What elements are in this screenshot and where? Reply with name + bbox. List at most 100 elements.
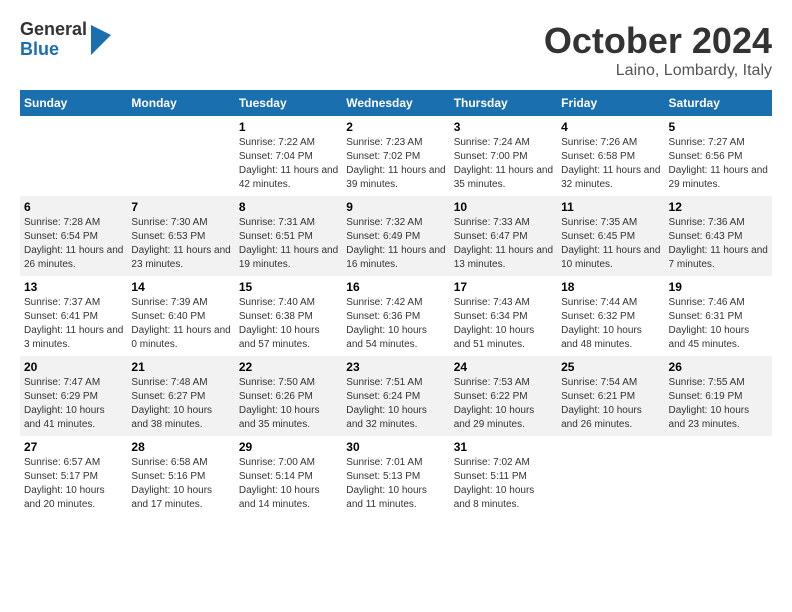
day-info: Sunrise: 7:43 AMSunset: 6:34 PMDaylight:… xyxy=(454,296,553,352)
calendar-cell xyxy=(20,116,127,196)
calendar-title: October 2024 xyxy=(544,20,772,62)
week-row-5: 27 Sunrise: 6:57 AMSunset: 5:17 PMDayligh… xyxy=(20,436,772,516)
calendar-cell: 23 Sunrise: 7:51 AMSunset: 6:24 PMDayligh… xyxy=(342,356,449,436)
day-number: 26 xyxy=(669,360,768,374)
day-number: 29 xyxy=(239,440,338,454)
calendar-cell: 10 Sunrise: 7:33 AMSunset: 6:47 PMDayligh… xyxy=(450,196,557,276)
days-header-row: SundayMondayTuesdayWednesdayThursdayFrid… xyxy=(20,90,772,116)
day-header-tuesday: Tuesday xyxy=(235,90,342,116)
day-info: Sunrise: 7:40 AMSunset: 6:38 PMDaylight:… xyxy=(239,296,338,352)
calendar-cell: 29 Sunrise: 7:00 AMSunset: 5:14 PMDayligh… xyxy=(235,436,342,516)
day-number: 1 xyxy=(239,120,338,134)
calendar-cell: 20 Sunrise: 7:47 AMSunset: 6:29 PMDayligh… xyxy=(20,356,127,436)
day-info: Sunrise: 7:50 AMSunset: 6:26 PMDaylight:… xyxy=(239,376,338,432)
day-info: Sunrise: 7:44 AMSunset: 6:32 PMDaylight:… xyxy=(561,296,660,352)
day-number: 8 xyxy=(239,200,338,214)
calendar-cell: 21 Sunrise: 7:48 AMSunset: 6:27 PMDayligh… xyxy=(127,356,234,436)
logo-blue: Blue xyxy=(20,40,87,60)
calendar-cell: 4Sunrise: 7:26 AMSunset: 6:58 PMDaylight… xyxy=(557,116,664,196)
logo-general: General xyxy=(20,20,87,40)
day-info: Sunrise: 7:01 AMSunset: 5:13 PMDaylight:… xyxy=(346,456,445,512)
calendar-cell xyxy=(127,116,234,196)
day-info: Sunrise: 7:02 AMSunset: 5:11 PMDaylight:… xyxy=(454,456,553,512)
day-header-sunday: Sunday xyxy=(20,90,127,116)
day-number: 3 xyxy=(454,120,553,134)
calendar-cell: 30 Sunrise: 7:01 AMSunset: 5:13 PMDayligh… xyxy=(342,436,449,516)
day-number: 12 xyxy=(669,200,768,214)
day-number: 11 xyxy=(561,200,660,214)
calendar-cell: 27 Sunrise: 6:57 AMSunset: 5:17 PMDayligh… xyxy=(20,436,127,516)
day-number: 15 xyxy=(239,280,338,294)
day-number: 17 xyxy=(454,280,553,294)
day-number: 20 xyxy=(24,360,123,374)
calendar-cell: 5 Sunrise: 7:27 AMSunset: 6:56 PMDaylight… xyxy=(665,116,772,196)
day-info: Sunrise: 7:54 AMSunset: 6:21 PMDaylight:… xyxy=(561,376,660,432)
day-info: Sunrise: 7:46 AMSunset: 6:31 PMDaylight:… xyxy=(669,296,768,352)
calendar-subtitle: Laino, Lombardy, Italy xyxy=(544,62,772,80)
day-header-thursday: Thursday xyxy=(450,90,557,116)
calendar-cell: 18Sunrise: 7:44 AMSunset: 6:32 PMDayligh… xyxy=(557,276,664,356)
calendar-cell: 14 Sunrise: 7:39 AMSunset: 6:40 PMDayligh… xyxy=(127,276,234,356)
page-header: General Blue October 2024 Laino, Lombard… xyxy=(20,20,772,80)
calendar-cell: 11 Sunrise: 7:35 AMSunset: 6:45 PMDayligh… xyxy=(557,196,664,276)
day-info: Sunrise: 7:24 AMSunset: 7:00 PMDaylight:… xyxy=(454,136,553,192)
day-info: Sunrise: 7:33 AMSunset: 6:47 PMDaylight:… xyxy=(454,216,553,272)
day-info: Sunrise: 7:27 AMSunset: 6:56 PMDaylight:… xyxy=(669,136,768,192)
day-info: Sunrise: 7:55 AMSunset: 6:19 PMDaylight:… xyxy=(669,376,768,432)
calendar-cell: 25 Sunrise: 7:54 AMSunset: 6:21 PMDayligh… xyxy=(557,356,664,436)
calendar-cell: 22 Sunrise: 7:50 AMSunset: 6:26 PMDayligh… xyxy=(235,356,342,436)
calendar-cell: 19 Sunrise: 7:46 AMSunset: 6:31 PMDayligh… xyxy=(665,276,772,356)
day-number: 2 xyxy=(346,120,445,134)
day-number: 21 xyxy=(131,360,230,374)
day-info: Sunrise: 7:30 AMSunset: 6:53 PMDaylight:… xyxy=(131,216,230,272)
calendar-cell: 13Sunrise: 7:37 AMSunset: 6:41 PMDayligh… xyxy=(20,276,127,356)
day-number: 25 xyxy=(561,360,660,374)
day-number: 13 xyxy=(24,280,123,294)
calendar-cell: 7 Sunrise: 7:30 AMSunset: 6:53 PMDaylight… xyxy=(127,196,234,276)
calendar-cell: 9Sunrise: 7:32 AMSunset: 6:49 PMDaylight… xyxy=(342,196,449,276)
day-info: Sunrise: 7:42 AMSunset: 6:36 PMDaylight:… xyxy=(346,296,445,352)
calendar-cell: 3 Sunrise: 7:24 AMSunset: 7:00 PMDaylight… xyxy=(450,116,557,196)
day-info: Sunrise: 7:32 AMSunset: 6:49 PMDaylight:… xyxy=(346,216,445,272)
calendar-cell: 31 Sunrise: 7:02 AMSunset: 5:11 PMDayligh… xyxy=(450,436,557,516)
day-header-saturday: Saturday xyxy=(665,90,772,116)
day-info: Sunrise: 7:51 AMSunset: 6:24 PMDaylight:… xyxy=(346,376,445,432)
week-row-4: 20 Sunrise: 7:47 AMSunset: 6:29 PMDayligh… xyxy=(20,356,772,436)
day-number: 14 xyxy=(131,280,230,294)
day-number: 30 xyxy=(346,440,445,454)
day-info: Sunrise: 7:35 AMSunset: 6:45 PMDaylight:… xyxy=(561,216,660,272)
calendar-cell xyxy=(665,436,772,516)
day-info: Sunrise: 7:31 AMSunset: 6:51 PMDaylight:… xyxy=(239,216,338,272)
day-number: 5 xyxy=(669,120,768,134)
calendar-cell: 1 Sunrise: 7:22 AMSunset: 7:04 PMDaylight… xyxy=(235,116,342,196)
day-number: 28 xyxy=(131,440,230,454)
day-info: Sunrise: 7:47 AMSunset: 6:29 PMDaylight:… xyxy=(24,376,123,432)
day-info: Sunrise: 6:57 AMSunset: 5:17 PMDaylight:… xyxy=(24,456,123,512)
week-row-1: 1 Sunrise: 7:22 AMSunset: 7:04 PMDaylight… xyxy=(20,116,772,196)
day-info: Sunrise: 7:22 AMSunset: 7:04 PMDaylight:… xyxy=(239,136,338,192)
week-row-2: 6Sunrise: 7:28 AMSunset: 6:54 PMDaylight… xyxy=(20,196,772,276)
day-info: Sunrise: 7:00 AMSunset: 5:14 PMDaylight:… xyxy=(239,456,338,512)
day-number: 7 xyxy=(131,200,230,214)
day-number: 24 xyxy=(454,360,553,374)
day-number: 10 xyxy=(454,200,553,214)
day-info: Sunrise: 7:28 AMSunset: 6:54 PMDaylight:… xyxy=(24,216,123,272)
day-header-friday: Friday xyxy=(557,90,664,116)
calendar-cell: 6Sunrise: 7:28 AMSunset: 6:54 PMDaylight… xyxy=(20,196,127,276)
day-number: 23 xyxy=(346,360,445,374)
calendar-cell: 24Sunrise: 7:53 AMSunset: 6:22 PMDayligh… xyxy=(450,356,557,436)
calendar-cell: 26 Sunrise: 7:55 AMSunset: 6:19 PMDayligh… xyxy=(665,356,772,436)
title-section: October 2024 Laino, Lombardy, Italy xyxy=(544,20,772,80)
day-info: Sunrise: 7:39 AMSunset: 6:40 PMDaylight:… xyxy=(131,296,230,352)
calendar-cell: 15 Sunrise: 7:40 AMSunset: 6:38 PMDayligh… xyxy=(235,276,342,356)
calendar-cell: 8 Sunrise: 7:31 AMSunset: 6:51 PMDaylight… xyxy=(235,196,342,276)
day-number: 22 xyxy=(239,360,338,374)
day-number: 31 xyxy=(454,440,553,454)
day-number: 27 xyxy=(24,440,123,454)
logo-icon xyxy=(91,25,111,55)
day-number: 19 xyxy=(669,280,768,294)
day-info: Sunrise: 7:48 AMSunset: 6:27 PMDaylight:… xyxy=(131,376,230,432)
calendar-cell: 12Sunrise: 7:36 AMSunset: 6:43 PMDayligh… xyxy=(665,196,772,276)
day-info: Sunrise: 7:23 AMSunset: 7:02 PMDaylight:… xyxy=(346,136,445,192)
calendar-table: SundayMondayTuesdayWednesdayThursdayFrid… xyxy=(20,90,772,516)
